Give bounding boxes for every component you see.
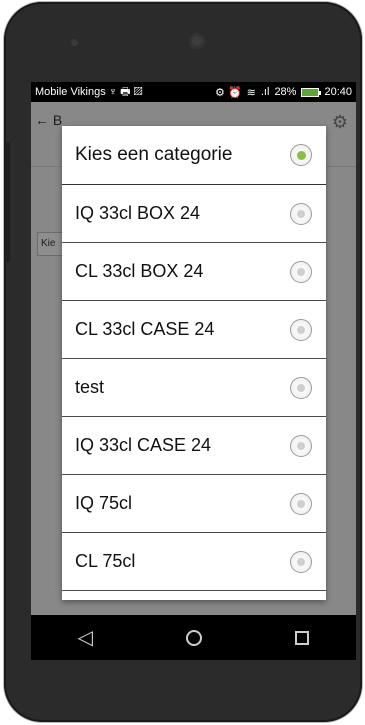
clock: 20:40: [324, 86, 352, 98]
front-camera: [189, 33, 205, 49]
carrier-label: Mobile Vikings ♆ 🖶 ▨: [35, 85, 143, 98]
alarm-icon: ⚙ ⏰: [215, 86, 242, 99]
category-option-label: IQ 33cl BOX 24: [75, 203, 201, 223]
screen: Mobile Vikings ♆ 🖶 ▨ ⚙ ⏰ ≋ .ıl 28% 20:40…: [31, 82, 356, 660]
proximity-sensor: [71, 39, 78, 46]
category-option-label: Kies een categorie: [75, 144, 233, 165]
category-option-label: CL 33cl BOX 24: [75, 261, 204, 281]
radio-dot-icon: [297, 441, 305, 450]
wifi-icon: ≋: [246, 86, 256, 99]
category-option[interactable]: CL 33cl BOX 24: [62, 243, 326, 301]
category-option[interactable]: test: [62, 359, 326, 417]
notification-icons: ♆ 🖶 ▨: [108, 85, 143, 98]
category-option[interactable]: IQ 33cl BOX 24: [62, 185, 326, 243]
nav-recents-icon[interactable]: [295, 630, 310, 645]
radio-dot-icon: [297, 209, 305, 218]
category-option[interactable]: IQ 75cl: [62, 475, 326, 533]
volume-button: [5, 142, 10, 262]
radio-button-icon[interactable]: [290, 434, 312, 457]
radio-dot-icon: [297, 383, 305, 392]
radio-dot-icon: [297, 267, 305, 276]
nav-bar: ◁: [31, 615, 356, 660]
category-dialog: Kies een categorie IQ 33cl BOX 24 CL 33cl …: [62, 126, 326, 600]
radio-dot-icon: [297, 499, 305, 508]
category-option-label: test: [75, 377, 105, 397]
nav-home-icon[interactable]: [186, 629, 203, 646]
battery-percent: 28%: [274, 86, 297, 98]
radio-button-icon[interactable]: [290, 550, 312, 573]
radio-button-icon[interactable]: [290, 202, 312, 225]
radio-button-icon[interactable]: [290, 376, 312, 399]
status-bar: Mobile Vikings ♆ 🖶 ▨ ⚙ ⏰ ≋ .ıl 28% 20:40: [31, 82, 356, 102]
category-option[interactable]: Kies een categorie: [62, 126, 326, 185]
radio-button-icon[interactable]: [290, 318, 312, 341]
nav-back-icon[interactable]: ◁: [78, 625, 93, 650]
radio-button-icon[interactable]: [290, 260, 312, 283]
radio-dot-icon: [297, 325, 305, 334]
category-option[interactable]: CL 33cl CASE 24: [62, 301, 326, 359]
radio-dot-icon: [296, 150, 306, 160]
radio-button-icon[interactable]: [290, 144, 312, 166]
battery-icon: [301, 87, 322, 97]
category-option-label: CL 33cl CASE 24: [75, 319, 215, 339]
category-option-label: CL 75cl: [75, 551, 136, 571]
signal-icon: .ıl: [260, 86, 270, 98]
radio-dot-icon: [297, 557, 305, 566]
category-option-label: IQ 33cl CASE 24: [75, 435, 212, 455]
category-option[interactable]: CL 75cl: [62, 533, 326, 591]
category-option-label: IQ 75cl: [75, 493, 133, 513]
status-right: ⚙ ⏰ ≋ .ıl 28% 20:40: [215, 86, 352, 99]
radio-button-icon[interactable]: [290, 492, 312, 515]
category-option[interactable]: IQ 33cl CASE 24: [62, 417, 326, 475]
